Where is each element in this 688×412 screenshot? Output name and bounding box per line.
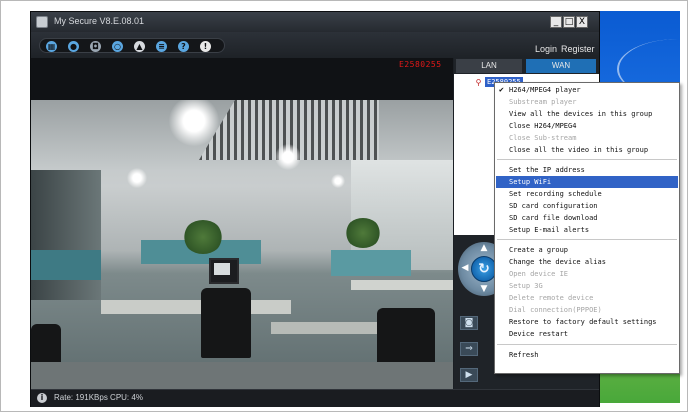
network-tabs: LAN WAN xyxy=(454,58,599,74)
snapshot-button[interactable]: ◙ xyxy=(460,316,478,330)
maximize-button[interactable]: □ xyxy=(563,16,575,28)
menu-item: Dial connection(PPPOE) xyxy=(509,306,602,314)
toolbar-icon-group: ▦ ● ◘ ○ ▲ ≡ ? ! xyxy=(39,38,225,53)
status-text: Rate: 191KBps CPU: 4% xyxy=(54,393,143,402)
menu-item[interactable]: Restore to factory default settings xyxy=(496,316,678,328)
menu-item[interactable]: Set recording schedule xyxy=(496,188,678,200)
close-button[interactable]: X xyxy=(576,16,588,28)
menu-item[interactable]: SD card configuration xyxy=(496,200,678,212)
office-plant xyxy=(345,218,381,248)
menu-separator xyxy=(497,159,677,160)
device-camera-icon: ⚲ xyxy=(475,78,482,87)
menu-item[interactable]: Setup E-mail alerts xyxy=(496,224,678,236)
app-logo-icon xyxy=(36,16,48,28)
snapshot-icon[interactable]: ◘ xyxy=(90,41,101,52)
menu-item: Setup 3G xyxy=(509,282,543,290)
camera-id-overlay: E2580255 xyxy=(399,60,442,69)
title-bar[interactable]: My Secure V8.E.08.01 _ □ X xyxy=(31,12,599,32)
search-icon[interactable]: ○ xyxy=(112,41,123,52)
menu-item-refresh[interactable]: Refresh xyxy=(496,349,678,361)
menu-item[interactable]: Close all the video in this group xyxy=(496,144,678,156)
status-bar: i Rate: 191KBps CPU: 4% xyxy=(31,389,599,407)
ceiling-lamp xyxy=(331,174,345,188)
alert-icon[interactable]: ! xyxy=(200,41,211,52)
app-title: My Secure V8.E.08.01 xyxy=(54,16,145,26)
context-menu: ✔ H264/MPEG4 player Substream player View… xyxy=(494,82,680,374)
computer-monitor xyxy=(209,258,239,284)
ptz-up-arrow-icon[interactable]: ▲ xyxy=(479,243,489,253)
menu-item[interactable]: Create a group xyxy=(496,244,678,256)
tab-lan[interactable]: LAN xyxy=(456,59,522,73)
help-icon[interactable]: ? xyxy=(178,41,189,52)
menu-item[interactable]: Close H264/MPEG4 xyxy=(496,120,678,132)
menu-item: Close Sub-stream xyxy=(509,134,577,142)
menu-item[interactable]: Set the IP address xyxy=(496,164,678,176)
cubicle-partition xyxy=(31,250,101,280)
menu-item[interactable]: Device restart xyxy=(496,328,678,340)
register-link[interactable]: Register xyxy=(561,44,595,54)
menu-separator xyxy=(497,239,677,240)
focus-button[interactable]: ▶ xyxy=(460,368,478,382)
zoom-button[interactable]: ⇒ xyxy=(460,342,478,356)
ceiling-lamp xyxy=(275,144,301,170)
menu-item: Open device IE xyxy=(509,270,569,278)
record-icon[interactable]: ● xyxy=(68,41,79,52)
tab-wan[interactable]: WAN xyxy=(526,59,596,73)
menu-separator xyxy=(497,344,677,345)
menu-item[interactable]: SD card file download xyxy=(496,212,678,224)
grid-icon[interactable]: ▦ xyxy=(46,41,57,52)
check-icon: ✔ xyxy=(499,85,504,94)
office-chair xyxy=(377,308,435,364)
office-desk xyxy=(271,322,381,334)
ptz-down-arrow-icon[interactable]: ▼ xyxy=(479,284,489,294)
toolbar: ▦ ● ◘ ○ ▲ ≡ ? ! Login Register xyxy=(31,32,599,58)
lock-icon[interactable]: ▲ xyxy=(134,41,145,52)
office-plant xyxy=(183,220,223,254)
camera-feed-image xyxy=(31,100,453,389)
menu-item: Substream player xyxy=(509,98,577,106)
office-desk xyxy=(101,300,291,314)
floor xyxy=(31,362,453,389)
office-chair xyxy=(201,288,251,358)
menu-item[interactable]: ✔ H264/MPEG4 player xyxy=(496,84,678,96)
cubicle-partition xyxy=(331,250,411,276)
ceiling-lamp xyxy=(127,168,147,188)
menu-item[interactable]: View all the devices in this group xyxy=(496,108,678,120)
left-wall xyxy=(31,170,101,300)
office-desk xyxy=(351,280,453,290)
info-icon: i xyxy=(37,393,47,403)
menu-item[interactable]: Change the device alias xyxy=(496,256,678,268)
menu-item-setup-wifi[interactable]: Setup WiFi xyxy=(496,176,678,188)
minimize-button[interactable]: _ xyxy=(550,16,562,28)
video-view[interactable] xyxy=(31,58,453,389)
login-link[interactable]: Login xyxy=(535,44,557,54)
settings-icon[interactable]: ≡ xyxy=(156,41,167,52)
menu-item: Delete remote device xyxy=(509,294,594,302)
ptz-left-arrow-icon[interactable]: ◀ xyxy=(460,263,470,273)
